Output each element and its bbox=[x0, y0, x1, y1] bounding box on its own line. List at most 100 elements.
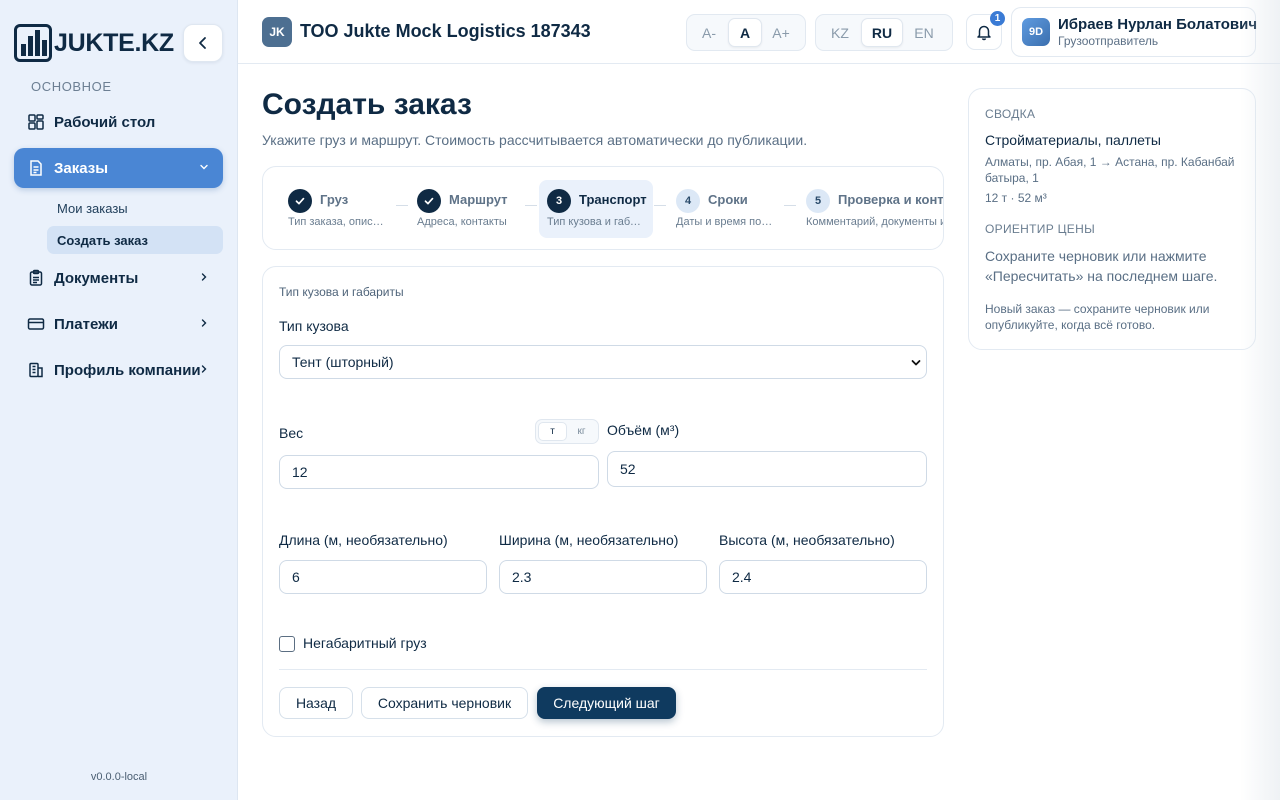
order-stepper: Груз Тип заказа, описание Маршрут Адреса… bbox=[262, 166, 944, 250]
step-schedule[interactable]: 4 Сроки Даты и время погрузки bbox=[668, 180, 780, 238]
lang-en[interactable]: EN bbox=[903, 18, 945, 47]
step-review[interactable]: 5 Проверка и контакты Комментарий, докум… bbox=[798, 180, 944, 238]
sidebar-item-payments[interactable]: Платежи bbox=[14, 304, 223, 344]
step-cargo[interactable]: Груз Тип заказа, описание bbox=[280, 180, 390, 238]
weight-input[interactable]: 12 bbox=[279, 455, 599, 489]
company-name: ТОО Jukte Mock Logistics 187343 bbox=[300, 21, 591, 41]
step-number: 5 bbox=[806, 189, 830, 213]
company-badge: JK bbox=[262, 17, 292, 47]
length-input[interactable]: 6 bbox=[279, 560, 487, 594]
user-role: Грузоотправитель bbox=[1058, 34, 1159, 48]
sidebar-item-orders[interactable]: Заказы bbox=[14, 148, 223, 188]
summary-note: Новый заказ — сохраните черновик или опу… bbox=[985, 302, 1210, 332]
step-title: Маршрут bbox=[449, 192, 508, 207]
chevron-down-icon bbox=[200, 164, 208, 170]
sidebar-subitem-my-orders[interactable]: Мои заказы bbox=[47, 194, 223, 222]
section-title: Тип кузова и габариты bbox=[279, 285, 404, 299]
card-icon bbox=[27, 315, 45, 333]
body-type-select[interactable]: Тент (шторный) bbox=[279, 345, 927, 379]
page-title: Создать заказ bbox=[262, 88, 472, 121]
app-version: v0.0.0-local bbox=[90, 771, 148, 783]
step-separator bbox=[654, 205, 666, 206]
summary-route: Алматы, пр. Абая, 1 → Астана, пр. Кабанб… bbox=[985, 155, 1235, 185]
sidebar-item-documents[interactable]: Документы bbox=[14, 258, 223, 298]
sidebar-item-dashboard[interactable]: Рабочий стол bbox=[14, 102, 223, 142]
sidebar-item-company-profile[interactable]: Профиль компании bbox=[14, 350, 223, 390]
save-draft-button[interactable]: Сохранить черновик bbox=[361, 687, 528, 719]
weight-unit-kg[interactable]: кг bbox=[567, 422, 596, 441]
nav-section-label: ОСНОВНОЕ bbox=[31, 79, 112, 94]
chevron-right-icon bbox=[201, 365, 207, 373]
language-switcher: KZ RU EN bbox=[815, 14, 953, 51]
divider bbox=[279, 669, 927, 670]
lang-kz[interactable]: KZ bbox=[819, 18, 861, 47]
collapse-sidebar-button[interactable] bbox=[183, 24, 223, 62]
step-title: Груз bbox=[320, 192, 349, 207]
step-desc: Адреса, контакты bbox=[417, 216, 507, 228]
weight-unit-switch: т кг bbox=[535, 419, 599, 444]
font-size-increase[interactable]: A+ bbox=[762, 18, 800, 47]
sidebar-item-label: Заказы bbox=[54, 159, 109, 177]
step-desc: Тип кузова и габариты bbox=[547, 216, 643, 228]
scroll-shadow bbox=[1240, 0, 1280, 800]
font-size-switcher: A- A A+ bbox=[686, 14, 806, 51]
sidebar-item-label: Профиль компании bbox=[54, 361, 201, 379]
check-icon bbox=[417, 189, 441, 213]
body-type-value: Тент (шторный) bbox=[292, 354, 394, 370]
summary-specs: 12 т · 52 м³ bbox=[985, 191, 1047, 205]
body-type-label: Тип кузова bbox=[279, 318, 349, 334]
bell-icon bbox=[977, 25, 991, 41]
font-size-decrease[interactable]: A- bbox=[690, 18, 728, 47]
oversize-label[interactable]: Негабаритный груз bbox=[303, 635, 427, 651]
oversize-checkbox[interactable] bbox=[279, 636, 295, 652]
width-label: Ширина (м, необязательно) bbox=[499, 532, 679, 548]
step-separator bbox=[396, 205, 408, 206]
sidebar: JUKTE.KZ ОСНОВНОЕ Рабочий стол Заказы Мо… bbox=[0, 0, 238, 800]
order-summary-panel: СВОДКА Стройматериалы, паллеты Алматы, п… bbox=[968, 88, 1256, 350]
weight-label: Вес bbox=[279, 425, 304, 441]
page-subtitle: Укажите груз и маршрут. Стоимость рассчи… bbox=[262, 132, 808, 148]
volume-input[interactable]: 52 bbox=[607, 451, 927, 487]
user-menu[interactable]: 9D Ибраев Нурлан Болатович Грузоотправит… bbox=[1011, 7, 1257, 57]
length-label: Длина (м, необязательно) bbox=[279, 532, 448, 548]
notifications-button[interactable]: 1 bbox=[966, 11, 1005, 50]
sidebar-item-label: Документы bbox=[54, 269, 139, 287]
avatar: 9D bbox=[1022, 18, 1050, 46]
width-input[interactable]: 2.3 bbox=[499, 560, 707, 594]
step-number: 3 bbox=[547, 189, 571, 213]
chevron-left-icon bbox=[199, 37, 206, 49]
logo-text: JUKTE.KZ bbox=[54, 28, 174, 57]
step-separator bbox=[784, 205, 796, 206]
step-desc: Тип заказа, описание bbox=[288, 216, 386, 228]
price-text: Сохраните черновик или нажмите «Пересчит… bbox=[985, 248, 1218, 284]
step-route[interactable]: Маршрут Адреса, контакты bbox=[409, 180, 524, 238]
notification-count-badge: 1 bbox=[990, 11, 1005, 26]
step-title: Транспорт bbox=[579, 192, 647, 207]
lang-ru[interactable]: RU bbox=[861, 18, 903, 47]
check-icon bbox=[288, 189, 312, 213]
sidebar-item-label: Рабочий стол bbox=[54, 113, 156, 131]
topbar: JK ТОО Jukte Mock Logistics 187343 A- A … bbox=[238, 0, 1280, 64]
chevron-down-icon bbox=[911, 360, 921, 366]
step-title: Сроки bbox=[708, 192, 748, 207]
summary-heading: СВОДКА bbox=[985, 107, 1036, 121]
step-transport[interactable]: 3 Транспорт Тип кузова и габариты bbox=[539, 180, 653, 238]
step-title: Проверка и контакты bbox=[838, 192, 944, 207]
back-button[interactable]: Назад bbox=[279, 687, 353, 719]
building-icon bbox=[27, 361, 45, 379]
dashboard-icon bbox=[27, 113, 45, 131]
next-step-button[interactable]: Следующий шаг bbox=[537, 687, 676, 719]
step-desc: Даты и время погрузки bbox=[676, 216, 774, 228]
logo[interactable]: JUKTE.KZ bbox=[14, 24, 174, 62]
height-label: Высота (м, необязательно) bbox=[719, 532, 895, 548]
height-input[interactable]: 2.4 bbox=[719, 560, 927, 594]
font-size-default[interactable]: A bbox=[728, 18, 762, 47]
sidebar-subitem-create-order[interactable]: Создать заказ bbox=[47, 226, 223, 254]
step-separator bbox=[525, 205, 537, 206]
weight-unit-t[interactable]: т bbox=[538, 422, 567, 441]
price-heading: ОРИЕНТИР ЦЕНЫ bbox=[985, 222, 1095, 236]
logo-icon bbox=[14, 24, 52, 62]
transport-form-card: Тип кузова и габариты Тип кузова Тент (ш… bbox=[262, 266, 944, 737]
clipboard-icon bbox=[27, 269, 45, 287]
step-number: 4 bbox=[676, 189, 700, 213]
